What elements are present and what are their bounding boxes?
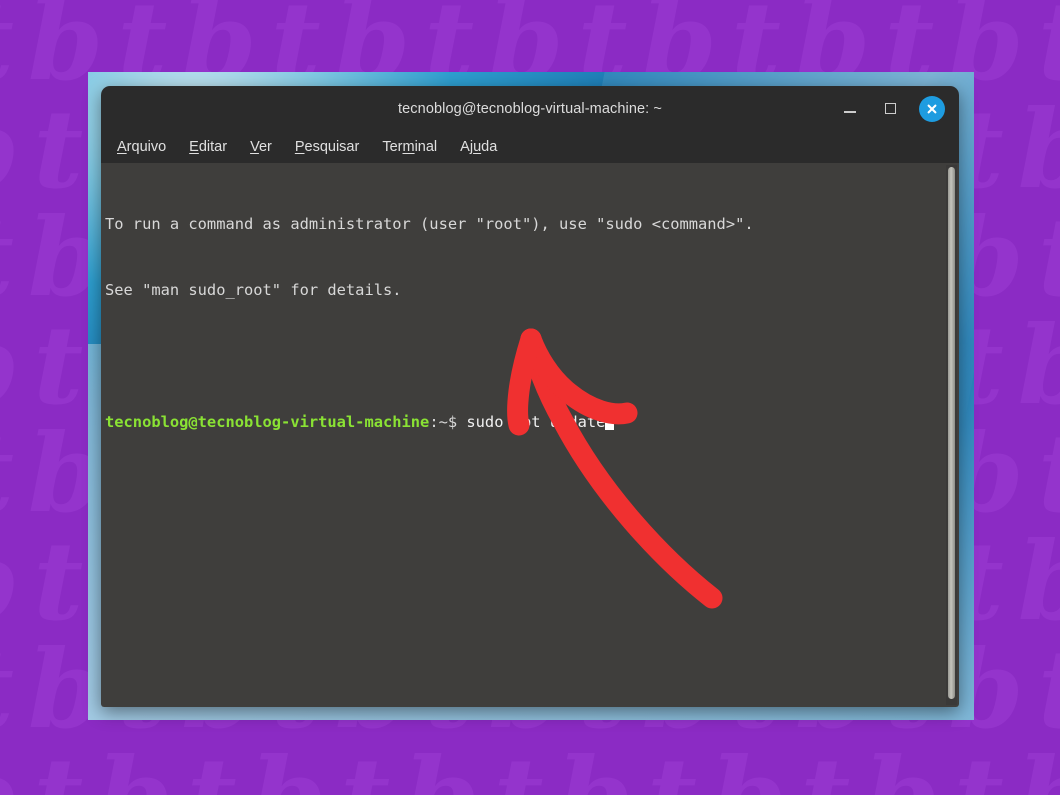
typed-command: sudo apt update <box>466 413 606 431</box>
text-cursor <box>605 413 615 430</box>
watermark-row: tbtbtbtbtbtbtbtbtbtbtbtbtbtbtbtb <box>0 744 1060 795</box>
menu-item-ver[interactable]: Ver <box>244 137 278 157</box>
minimize-glyph <box>844 111 856 113</box>
terminal-scrollbar[interactable] <box>946 165 957 705</box>
menu-bar[interactable]: Arquivo Editar Ver Pesquisar Terminal Aj… <box>101 131 959 163</box>
minimize-icon[interactable] <box>839 98 861 120</box>
terminal-line: See "man sudo_root" for details. <box>105 281 402 299</box>
menu-item-ajuda[interactable]: Ajuda <box>454 137 503 157</box>
terminal-window[interactable]: tecnoblog@tecnoblog-virtual-machine: ~ A… <box>101 86 959 707</box>
menu-item-editar[interactable]: Editar <box>183 137 233 157</box>
menu-item-terminal[interactable]: Terminal <box>376 137 443 157</box>
scrollbar-thumb[interactable] <box>948 167 955 699</box>
terminal-body[interactable]: To run a command as administrator (user … <box>101 163 959 707</box>
menu-item-arquivo[interactable]: Arquivo <box>111 137 172 157</box>
desktop-backdrop: tbtbtbtbtbtbtbtbtbtbtbtbtbtbtbtbtbtbtbtb… <box>0 0 1060 795</box>
terminal-line: To run a command as administrator (user … <box>105 215 754 233</box>
prompt-path-symbol: :~$ <box>429 413 467 431</box>
terminal-prompt-line: tecnoblog@tecnoblog-virtual-machine:~$ s… <box>105 411 959 433</box>
terminal-output: To run a command as administrator (user … <box>105 169 959 477</box>
prompt-user-host: tecnoblog@tecnoblog-virtual-machine <box>105 413 430 431</box>
close-icon[interactable] <box>919 95 945 122</box>
window-title-bar[interactable]: tecnoblog@tecnoblog-virtual-machine: ~ <box>101 86 959 131</box>
maximize-icon[interactable] <box>879 98 901 120</box>
menu-item-pesquisar[interactable]: Pesquisar <box>289 137 365 157</box>
window-controls <box>839 86 945 131</box>
maximize-glyph <box>884 103 896 114</box>
window-title: tecnoblog@tecnoblog-virtual-machine: ~ <box>398 100 662 117</box>
